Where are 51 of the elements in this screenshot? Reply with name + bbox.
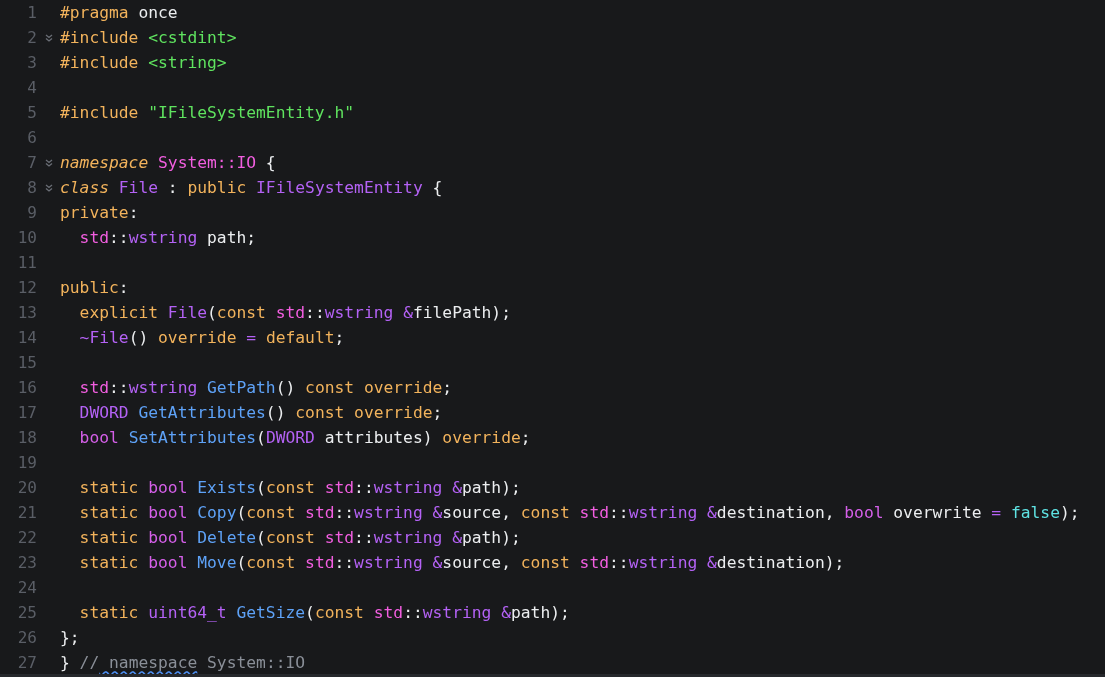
line-number: 20 bbox=[16, 478, 37, 497]
code-line: explicit File(const std::wstring &filePath); bbox=[78, 301, 511, 324]
fold-chevron-icon[interactable] bbox=[43, 32, 54, 43]
line-number: 21 bbox=[16, 503, 37, 522]
code-line: DWORD GetAttributes() const override; bbox=[78, 401, 443, 424]
line-number: 7 bbox=[26, 153, 37, 172]
code-line: ~File() override = default; bbox=[78, 326, 345, 349]
line-number: 3 bbox=[26, 53, 37, 72]
code-line: private: bbox=[60, 201, 139, 224]
line-number: 12 bbox=[16, 278, 37, 297]
line-number: 6 bbox=[26, 128, 37, 147]
line-number: 15 bbox=[16, 353, 37, 372]
line-number: 10 bbox=[16, 228, 37, 247]
line-number: 1 bbox=[26, 3, 37, 22]
code-line: static bool Move(const std::wstring &source, const std::wstring &destination); bbox=[78, 551, 845, 574]
code-line: }; bbox=[60, 626, 80, 649]
line-number: 18 bbox=[16, 428, 37, 447]
line-number: 13 bbox=[16, 303, 37, 322]
line-number: 27 bbox=[16, 653, 37, 672]
line-number: 24 bbox=[16, 578, 37, 597]
fold-chevron-icon[interactable] bbox=[43, 182, 54, 193]
code-line: namespace System::IO { bbox=[60, 151, 276, 174]
line-number: 22 bbox=[16, 528, 37, 547]
line-number: 8 bbox=[26, 178, 37, 197]
line-number: 23 bbox=[16, 553, 37, 572]
code-line: static bool Exists(const std::wstring &path); bbox=[78, 476, 521, 499]
line-number: 5 bbox=[26, 103, 37, 122]
code-line: static uint64_t GetSize(const std::wstring &path); bbox=[78, 601, 570, 624]
line-number: 25 bbox=[16, 603, 37, 622]
line-number: 9 bbox=[26, 203, 37, 222]
code-line: public: bbox=[60, 276, 129, 299]
code-line: static bool Delete(const std::wstring &path); bbox=[78, 526, 521, 549]
line-number: 26 bbox=[16, 628, 37, 647]
code-line: std::wstring GetPath() const override; bbox=[78, 376, 453, 399]
line-number: 2 bbox=[26, 28, 37, 47]
code-line: bool SetAttributes(DWORD attributes) override; bbox=[78, 426, 531, 449]
code-line: #pragma once bbox=[60, 1, 178, 24]
code-line: static bool Copy(const std::wstring &source, const std::wstring &destination, bool overwrite = false); bbox=[78, 501, 1080, 524]
line-number: 19 bbox=[16, 453, 37, 472]
code-line: #include "IFileSystemEntity.h" bbox=[60, 101, 355, 124]
code-line: } // namespace System::IO bbox=[60, 651, 306, 674]
line-number: 11 bbox=[16, 253, 37, 272]
code-line: #include <string> bbox=[60, 51, 227, 74]
fold-chevron-icon[interactable] bbox=[43, 157, 54, 168]
line-number: 4 bbox=[26, 78, 37, 97]
code-line: #include <cstdint> bbox=[60, 26, 237, 49]
line-number: 14 bbox=[16, 328, 37, 347]
code-line: std::wstring path; bbox=[78, 226, 257, 249]
line-number: 16 bbox=[16, 378, 37, 397]
line-number: 17 bbox=[16, 403, 37, 422]
code-line: class File : public IFileSystemEntity { bbox=[60, 176, 443, 199]
